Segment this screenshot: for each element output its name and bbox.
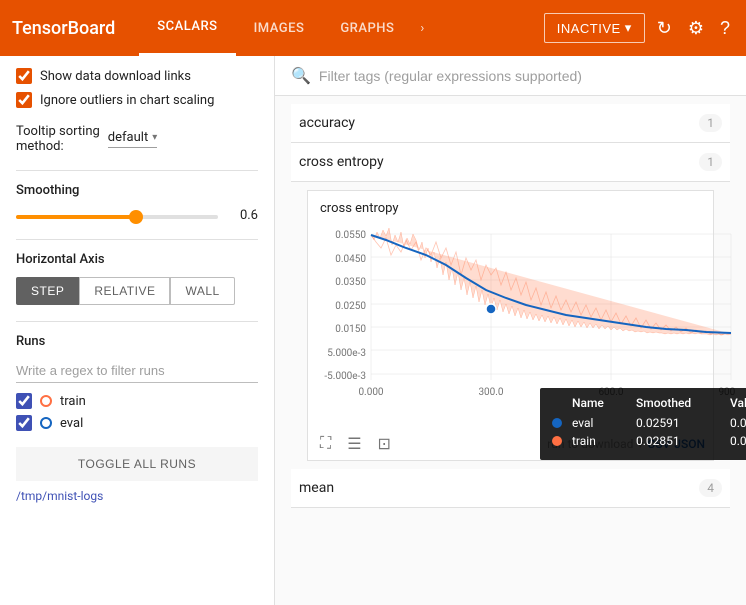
- tooltip-row-eval: eval 0.02591 0.02550 170.0 Mon Sep 12, 1…: [552, 416, 746, 430]
- tooltip-header: Name Smoothed Value Step Time Relative: [552, 396, 746, 410]
- chart-title: cross entropy: [308, 191, 713, 220]
- tag-accuracy-name: accuracy: [299, 115, 355, 131]
- svg-text:0.0150: 0.0150: [335, 324, 366, 335]
- search-icon: 🔍: [291, 66, 311, 85]
- smoothing-value: 0.6: [226, 208, 258, 223]
- divider-1: [16, 170, 258, 171]
- divider-3: [16, 321, 258, 322]
- smoothing-slider-container: [16, 208, 218, 223]
- tag-cross-entropy-name: cross entropy: [299, 154, 384, 170]
- tag-accuracy-count: 1: [699, 114, 722, 132]
- nav-graphs[interactable]: GRAPHS: [322, 0, 412, 56]
- ignore-outliers-checkbox[interactable]: [16, 92, 32, 108]
- svg-text:300.0: 300.0: [478, 387, 503, 398]
- tag-mean-count: 4: [699, 479, 722, 497]
- options-section: Show data download links Ignore outliers…: [16, 68, 258, 108]
- tooltip-eval-value: 0.02550: [730, 416, 746, 430]
- tooltip-col-name: Name: [572, 396, 632, 410]
- nav-more-chevron[interactable]: ›: [412, 0, 432, 56]
- smoothing-row: 0.6: [16, 208, 258, 223]
- path-label[interactable]: /tmp/mnist-logs: [16, 489, 258, 503]
- tooltip-train-name: train: [572, 434, 632, 448]
- tooltip-col-value: Value: [730, 396, 746, 410]
- search-bar: 🔍: [275, 56, 746, 96]
- svg-text:0.0550: 0.0550: [335, 230, 366, 241]
- runs-title: Runs: [16, 334, 258, 349]
- tooltip-eval-smoothed: 0.02591: [636, 416, 726, 430]
- eval-marker: [486, 304, 496, 314]
- refresh-button[interactable]: ↻: [653, 14, 676, 43]
- svg-text:0.000: 0.000: [358, 387, 383, 398]
- app-header: TensorBoard SCALARS IMAGES GRAPHS › INAC…: [0, 0, 746, 56]
- tag-cross-entropy[interactable]: cross entropy 1: [291, 143, 730, 182]
- data-view-button[interactable]: ☰: [343, 432, 365, 456]
- toggle-all-runs-button[interactable]: TOGGLE ALL RUNS: [16, 447, 258, 481]
- horiz-axis-title: Horizontal Axis: [16, 252, 258, 267]
- fit-button[interactable]: ⊡: [374, 432, 395, 456]
- run-eval-checkbox[interactable]: [16, 415, 32, 431]
- show-data-row: Show data download links: [16, 68, 258, 84]
- axis-step-button[interactable]: STEP: [16, 277, 79, 305]
- run-item-train: train: [16, 393, 258, 409]
- tooltip-select[interactable]: default ▾: [108, 130, 157, 148]
- show-data-checkbox[interactable]: [16, 68, 32, 84]
- inactive-button[interactable]: INACTIVE ▾: [544, 13, 645, 43]
- tags-list: accuracy 1 cross entropy 1 cross entropy…: [275, 96, 746, 516]
- smoothing-title: Smoothing: [16, 183, 258, 198]
- svg-text:-5.000e-3: -5.000e-3: [324, 371, 366, 382]
- axis-buttons: STEP RELATIVE WALL: [16, 277, 258, 305]
- tooltip-dropdown-arrow: ▾: [152, 132, 157, 143]
- axis-wall-button[interactable]: WALL: [170, 277, 234, 305]
- app-logo: TensorBoard: [12, 18, 115, 39]
- tooltip-method-label: Tooltip sortingmethod:: [16, 124, 100, 154]
- expand-button[interactable]: ⛶: [316, 433, 335, 455]
- show-data-label: Show data download links: [40, 69, 191, 84]
- help-button[interactable]: ?: [716, 14, 734, 43]
- tooltip-train-smoothed: 0.02851: [636, 434, 726, 448]
- run-eval-dot: [40, 417, 52, 429]
- ignore-outliers-label: Ignore outliers in chart scaling: [40, 93, 214, 108]
- divider-2: [16, 239, 258, 240]
- tag-mean-name: mean: [299, 480, 334, 496]
- run-train-label: train: [60, 394, 86, 409]
- settings-button[interactable]: ⚙: [684, 14, 708, 43]
- nav-scalars[interactable]: SCALARS: [139, 0, 235, 56]
- tooltip-row-train: train 0.02851 0.03362 166.0 Mon Sep 12, …: [552, 434, 746, 448]
- ignore-outliers-row: Ignore outliers in chart scaling: [16, 92, 258, 108]
- tooltip-eval-name: eval: [572, 416, 632, 430]
- svg-text:5.000e-3: 5.000e-3: [327, 348, 366, 359]
- svg-text:0.0450: 0.0450: [335, 254, 366, 265]
- eval-dot: [552, 418, 562, 428]
- tooltip-select-value: default: [108, 130, 148, 145]
- runs-section: Runs train eval: [16, 334, 258, 431]
- main-nav: SCALARS IMAGES GRAPHS ›: [139, 0, 543, 56]
- train-dot: [552, 436, 562, 446]
- cross-entropy-chart-card: cross entropy 0.0550 0.0450 0.0350 0.025…: [307, 190, 714, 461]
- svg-text:0.0350: 0.0350: [335, 277, 366, 288]
- tag-cross-entropy-count: 1: [699, 153, 722, 171]
- run-train-dot: [40, 395, 52, 407]
- tooltip-train-value: 0.03362: [730, 434, 746, 448]
- chart-tooltip: Name Smoothed Value Step Time Relative e…: [540, 388, 746, 460]
- tooltip-section: Tooltip sortingmethod: default ▾: [16, 124, 258, 154]
- header-right: INACTIVE ▾ ↻ ⚙ ?: [544, 13, 734, 43]
- content-area: 🔍 accuracy 1 cross entropy 1 cross entro…: [275, 56, 746, 605]
- horiz-axis-section: Horizontal Axis STEP RELATIVE WALL: [16, 252, 258, 305]
- smoothing-slider[interactable]: [16, 215, 218, 219]
- run-item-eval: eval: [16, 415, 258, 431]
- nav-images[interactable]: IMAGES: [236, 0, 323, 56]
- run-eval-label: eval: [60, 416, 83, 431]
- axis-relative-button[interactable]: RELATIVE: [79, 277, 170, 305]
- runs-filter-input[interactable]: [16, 359, 258, 383]
- tooltip-col-smoothed: Smoothed: [636, 396, 726, 410]
- run-train-checkbox[interactable]: [16, 393, 32, 409]
- main-layout: Show data download links Ignore outliers…: [0, 56, 746, 605]
- svg-text:0.0250: 0.0250: [335, 301, 366, 312]
- tag-mean[interactable]: mean 4: [291, 469, 730, 508]
- tag-accuracy[interactable]: accuracy 1: [291, 104, 730, 143]
- tag-filter-input[interactable]: [319, 68, 730, 84]
- sidebar: Show data download links Ignore outliers…: [0, 56, 275, 605]
